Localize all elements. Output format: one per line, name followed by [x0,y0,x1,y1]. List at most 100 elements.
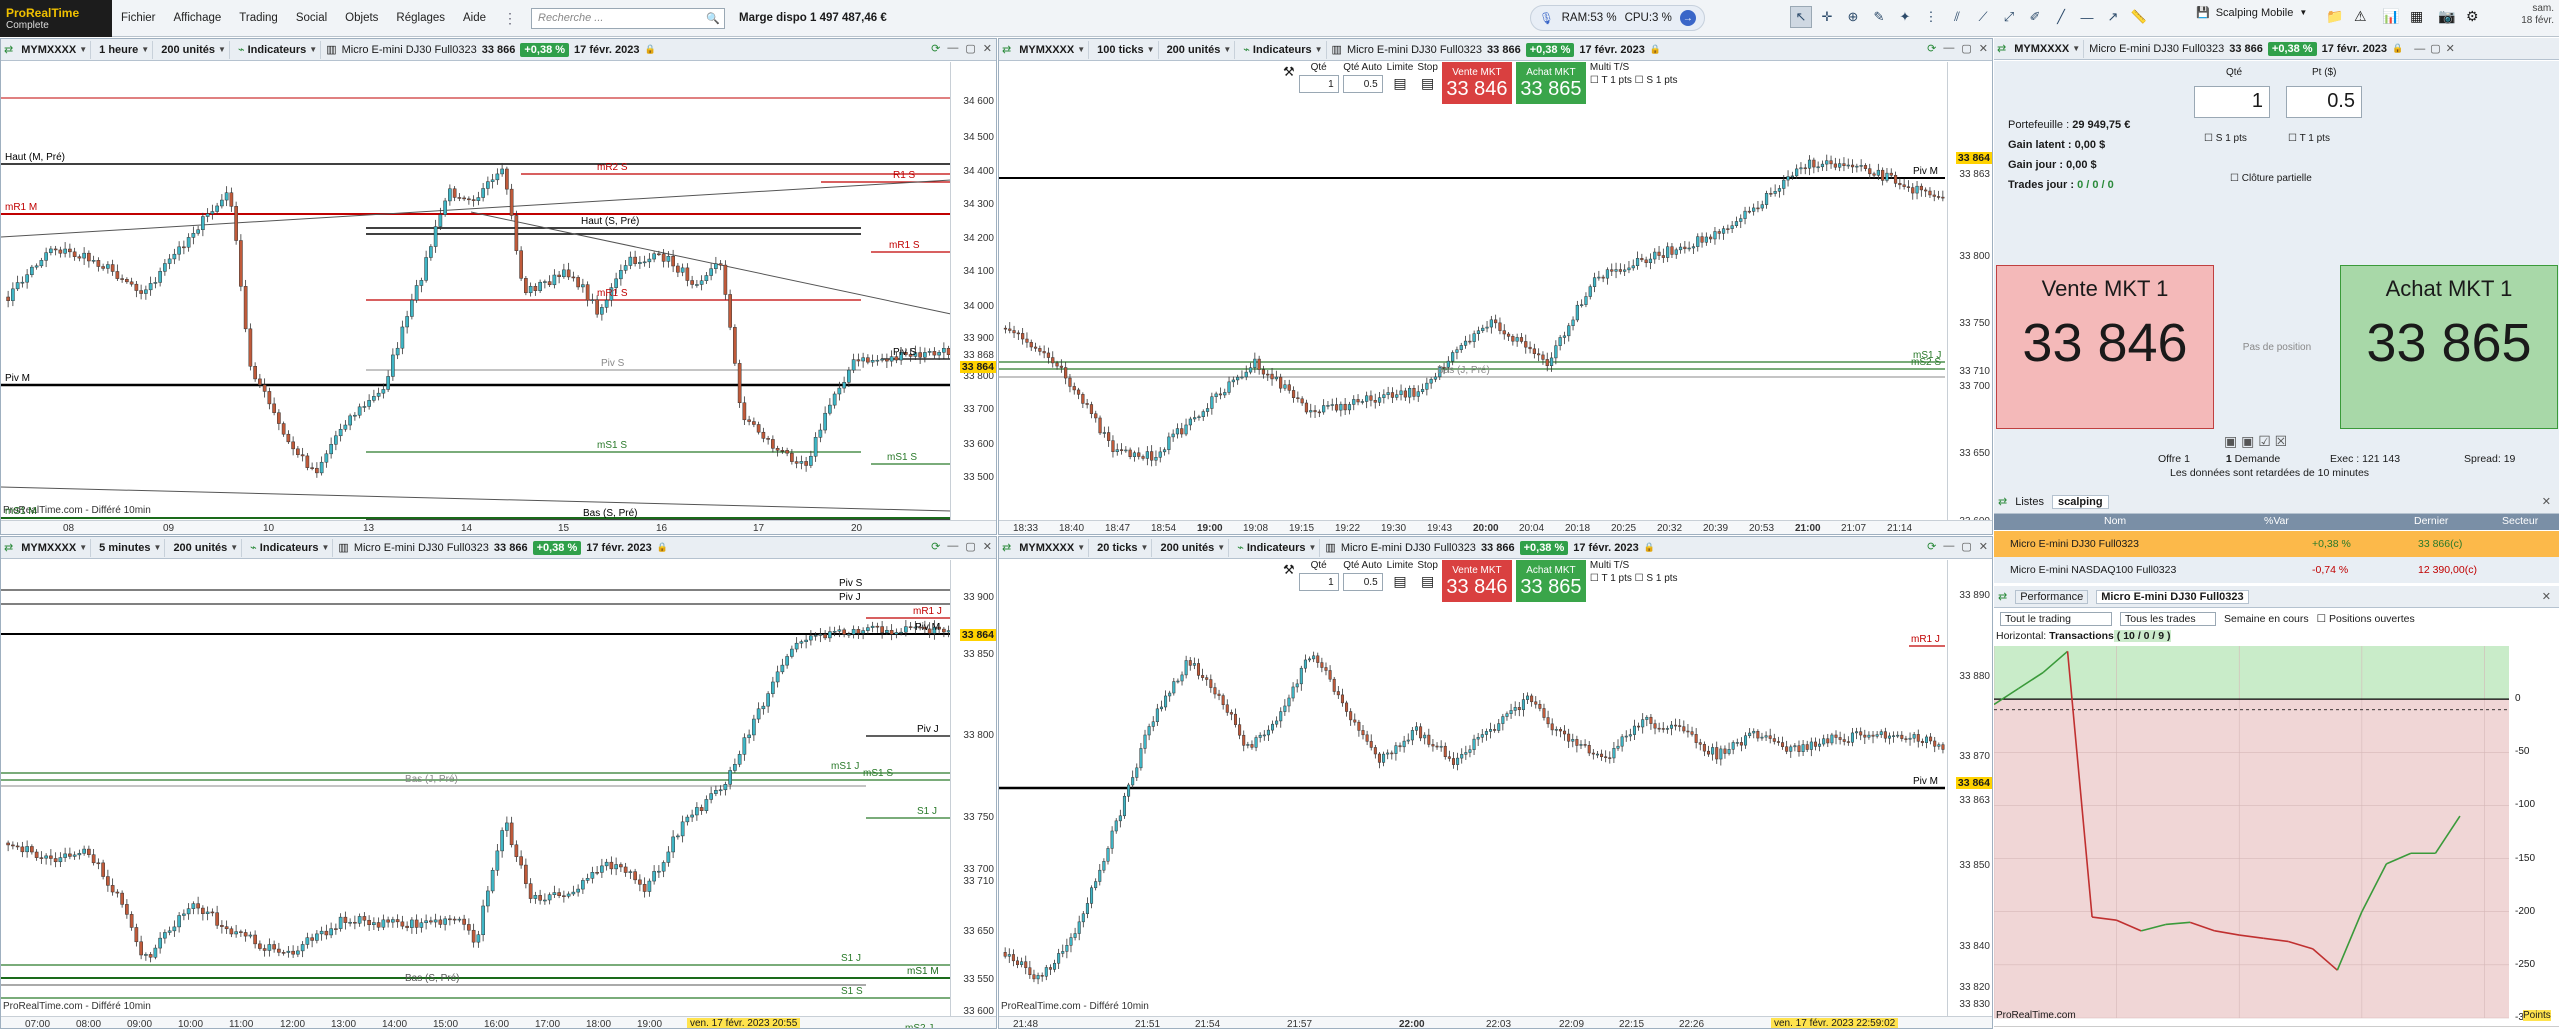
scalper-t-option[interactable]: ☐ T 1 pts [2288,133,2330,144]
chart-icon[interactable]: 📊 [2382,8,2399,25]
pencil-tool-icon[interactable]: ✐ [2024,6,2046,28]
partial-close-checkbox[interactable]: ☐ Clôture partielle [2230,173,2312,184]
time-axis[interactable]: 21:48 21:51 21:54 21:57 22:00 22:03 22:09 22:15… [999,1016,1992,1028]
minimize-icon[interactable]: — [947,540,958,553]
scalper-s-option[interactable]: ☐ S 1 pts [2204,133,2247,144]
ticker-select[interactable]: MYMXXXX ▼ [18,538,92,557]
eraser-tool-icon[interactable]: ✎ [1868,6,1890,28]
chart-type-icon[interactable]: ▥ [1332,43,1342,56]
indicators-button[interactable]: ⌁ Indicateurs ▼ [235,40,322,59]
chart-type-icon[interactable]: ▥ [326,43,336,56]
indicators-button[interactable]: ⌁ Indicateurs ▼ [247,538,334,557]
period-selector[interactable]: Semaine en cours [2224,613,2309,625]
close-icon[interactable]: ✕ [2542,495,2551,508]
chart-area[interactable]: 33 890 33 880 33 870 33 864 33 863 33 850 33 8… [999,560,1992,1028]
close-icon[interactable]: ✕ [2542,590,2551,603]
column-header[interactable]: Secteur [2502,515,2538,527]
ray-tool-icon[interactable]: ⤢ [1998,6,2020,28]
period-select[interactable]: 100 ticks ▼ [1094,40,1159,59]
cursor-tool-icon[interactable]: ↖ [1790,6,1812,28]
indicators-button[interactable]: ⌁ Indicateurs ▼ [1234,538,1321,557]
menu-aide[interactable]: Aide [454,12,495,24]
minimize-icon[interactable]: — [947,42,958,55]
price-scale[interactable]: 34 600 34 500 34 400 34 300 34 200 34 100 34 0… [950,62,996,534]
qty-input[interactable]: 1 [1298,75,1339,93]
price-scale[interactable]: 33 864 33 863 33 800 33 750 33 710 33 700 33 6… [1947,62,1992,534]
layout-icon[interactable]: ▦ [2410,8,2423,25]
menu-trading[interactable]: Trading [230,12,287,24]
sync-icon[interactable]: ⇄ [1002,43,1011,56]
time-axis[interactable]: 18:33 18:40 18:47 18:54 19:00 19:08 19:15 19:22… [999,520,1992,534]
hline-tool-icon[interactable]: — [2076,6,2098,28]
list-name-select[interactable]: scalping [2051,494,2109,509]
period-select[interactable]: 1 heure ▼ [96,40,154,59]
maximize-icon[interactable]: ▢ [1961,42,1971,55]
price-scale[interactable]: 33 890 33 880 33 870 33 864 33 863 33 850 33 8… [1947,560,1992,1028]
stop-order-icon[interactable]: ▤ [1421,75,1434,92]
refresh-icon[interactable]: ⟳ [1927,540,1936,553]
zoom-tool-icon[interactable]: ⊕ [1842,6,1864,28]
sync-icon[interactable]: ⇄ [4,541,13,554]
segment-tool-icon[interactable]: ⟋ [1972,6,1994,28]
scalper-qty-input[interactable]: 1 [2194,86,2270,118]
performance-chart[interactable]: 0-50-100-150-200-250-3000510151720Points… [1994,646,2559,1028]
magic-tool-icon[interactable]: ✦ [1894,6,1916,28]
multi-ts-label[interactable]: Multi T/S [1590,62,1629,73]
open-positions-checkbox[interactable]: ☐ Positions ouvertes [2317,613,2415,625]
line-tool-icon[interactable]: ╱ [2050,6,2072,28]
time-axis[interactable]: 07:00 08:00 09:00 10:00 11:00 12:00 13:00 14:00… [1,1016,996,1028]
qty-input[interactable]: 1 [1298,573,1339,591]
menu-fichier[interactable]: Fichier [112,12,165,24]
workspace-selector[interactable]: 💾 Scalping Mobile ▼ [2196,6,2307,20]
alert-icon[interactable]: ⚠ [2354,8,2367,25]
sync-icon[interactable]: ⇄ [1002,541,1011,554]
units-select[interactable]: 200 unités ▼ [1157,538,1230,557]
sync-icon[interactable]: ⇄ [4,43,13,56]
time-axis[interactable]: 08 09 10 13 14 15 16 17 20 [1,520,996,534]
list-row[interactable]: Micro E-mini DJ30 Full0323 +0,38 % 33 866(… [1994,531,2559,557]
close-icon[interactable]: ✕ [983,42,992,55]
minimize-icon[interactable]: — [2414,43,2425,55]
filter-trading-select[interactable]: Tout le trading [2000,612,2112,626]
menu-social[interactable]: Social [287,12,336,24]
perf-icon[interactable]: ⇄ [1998,590,2007,603]
scalper-pt-input[interactable]: 0.5 [2286,86,2362,118]
limit-order-icon[interactable]: ▤ [1393,75,1406,92]
channel-tool-icon[interactable]: ⫽ [1946,6,1968,28]
refresh-icon[interactable]: ⟳ [1927,42,1936,55]
order-settings-icon[interactable]: ⚒ [1283,562,1295,578]
ticker-select[interactable]: MYMXXXX ▼ [2011,39,2085,58]
ticker-select[interactable]: MYMXXXX ▼ [1016,538,1090,557]
buy-market-button[interactable]: Achat MKT 33 865 [1515,62,1586,104]
column-header[interactable]: %Var [2264,515,2289,527]
close-icon[interactable]: ✕ [1979,540,1988,553]
arrow-right-icon[interactable]: → [1679,10,1696,26]
transactions-label[interactable]: Transactions [2049,630,2114,642]
menu-objets[interactable]: Objets [336,12,387,24]
period-select[interactable]: 5 minutes ▼ [96,538,166,557]
column-header[interactable]: Nom [2104,515,2126,527]
maximize-icon[interactable]: ▢ [965,540,975,553]
ticker-select[interactable]: MYMXXXX ▼ [1016,40,1090,59]
units-select[interactable]: 200 unités ▼ [1164,40,1236,59]
sell-market-button[interactable]: Vente MKT 33 846 [1441,62,1512,104]
column-header[interactable]: Dernier [2414,515,2448,527]
menu-reglages[interactable]: Réglages [387,12,454,24]
filter-trades-select[interactable]: Tous les trades [2120,612,2216,626]
order-settings-icon[interactable]: ⚒ [1283,64,1295,80]
lock-icon[interactable]: 🔒 [1650,44,1661,55]
indicators-button[interactable]: ⌁ Indicateurs ▼ [1240,40,1327,59]
menu-affichage[interactable]: Affichage [165,12,231,24]
lock-icon[interactable]: 🔒 [644,44,655,55]
maximize-icon[interactable]: ▢ [1961,540,1971,553]
screenshot-icon[interactable]: 📷 [2438,8,2455,25]
search-input[interactable]: Recherche ... 🔍 [531,7,726,29]
chart-area[interactable]: 33 864 33 863 33 800 33 750 33 710 33 700 33 6… [999,62,1992,534]
limit-order-icon[interactable]: ▤ [1393,573,1406,590]
ruler-tool-icon[interactable]: 📏 [2128,6,2150,28]
maximize-icon[interactable]: ▢ [2430,42,2440,55]
maximize-icon[interactable]: ▢ [965,42,975,55]
scalper-buy-button[interactable]: Achat MKT 1 33 865 [2340,265,2558,429]
list-row[interactable]: Micro E-mini NASDAQ100 Full0323 -0,74 % 12… [1994,557,2559,583]
refresh-icon[interactable]: ⟳ [931,540,940,553]
